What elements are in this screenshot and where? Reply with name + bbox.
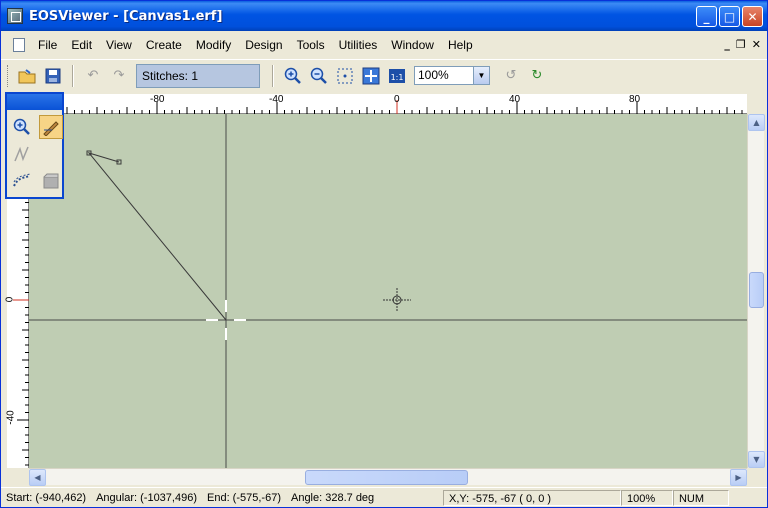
ruler-h-label: -80 — [150, 94, 165, 105]
open-file-icon[interactable] — [16, 65, 38, 87]
menu-design[interactable]: Design — [238, 38, 289, 52]
zoom-in-icon[interactable] — [282, 65, 304, 87]
menu-modify[interactable]: Modify — [189, 38, 238, 52]
status-end: End: (-575,-67) — [207, 491, 281, 504]
zoom-to-selection-icon[interactable] — [334, 65, 356, 87]
status-num-lock: NUM — [672, 489, 729, 506]
scroll-up-icon[interactable]: ▲ — [748, 114, 765, 131]
menu-help[interactable]: Help — [441, 38, 480, 52]
origin-crosshair-icon — [383, 288, 411, 312]
window-title: EOSViewer - [Canvas1.erf] — [29, 8, 223, 24]
main-toolbar: ↶ ↷ Stitches: 1 1:1 100% ▼ ↺ ↻ — [1, 59, 767, 91]
horizontal-scroll-thumb[interactable] — [305, 470, 468, 485]
menu-utilities[interactable]: Utilities — [332, 38, 385, 52]
stitch-path — [87, 152, 227, 321]
design-canvas[interactable] — [29, 114, 747, 468]
menu-file[interactable]: File — [31, 38, 64, 52]
horizontal-ruler: -80 -40 0 40 80 — [29, 94, 747, 114]
toolbar-separator — [272, 64, 274, 87]
satin-tool-icon[interactable] — [10, 169, 34, 193]
status-start: Start: (-940,462) — [6, 491, 87, 504]
menu-create[interactable]: Create — [139, 38, 189, 52]
status-bar: Start: (-940,462) Angular: (-1037,496) E… — [1, 487, 767, 507]
save-icon[interactable] — [42, 65, 64, 87]
rotate-left-icon[interactable]: ↺ — [500, 65, 522, 87]
status-angle: Angle: 328.7 deg — [290, 491, 375, 504]
ruler-h-label: -40 — [269, 94, 284, 105]
status-coordinates: X,Y: -575, -67 ( 0, 0 ) — [442, 489, 621, 506]
redo-icon[interactable]: ↷ — [108, 65, 130, 87]
app-icon[interactable] — [7, 8, 23, 24]
stitch-tool-icon[interactable] — [10, 142, 34, 166]
minimize-button[interactable]: _ — [696, 6, 717, 27]
mdi-close-icon[interactable]: ✕ — [752, 38, 761, 51]
undo-icon[interactable]: ↶ — [82, 65, 104, 87]
close-button[interactable]: ✕ — [742, 6, 763, 27]
zoom-level-value: 100% — [418, 68, 449, 82]
stitches-count-field: Stitches: 1 — [136, 63, 260, 88]
menu-view[interactable]: View — [99, 38, 139, 52]
menu-window[interactable]: Window — [384, 38, 441, 52]
horizontal-scrollbar[interactable]: ◀ ▶ — [29, 468, 747, 486]
edit-tool-icon[interactable] — [39, 115, 63, 139]
ruler-h-label: 0 — [394, 94, 400, 105]
ruler-v-label: -40 — [5, 410, 17, 425]
status-zoom: 100% — [620, 489, 673, 506]
scroll-left-icon[interactable]: ◀ — [29, 469, 46, 486]
scroll-down-icon[interactable]: ▼ — [748, 451, 765, 468]
svg-text:1:1: 1:1 — [391, 73, 404, 82]
maximize-button[interactable]: □ — [719, 6, 740, 27]
vertical-scrollbar[interactable]: ▲ ▼ — [747, 114, 765, 468]
actual-size-icon[interactable]: 1:1 — [386, 65, 408, 87]
vertical-scroll-thumb[interactable] — [749, 272, 764, 308]
rotate-right-icon[interactable]: ↻ — [526, 65, 548, 87]
status-angular: Angular: (-1037,496) — [96, 491, 197, 504]
mdi-minimize-icon[interactable]: _ — [724, 38, 730, 51]
fit-to-window-icon[interactable] — [360, 65, 382, 87]
menu-tools[interactable]: Tools — [290, 38, 332, 52]
document-icon[interactable] — [13, 38, 25, 52]
menu-edit[interactable]: Edit — [64, 38, 99, 52]
mdi-restore-icon[interactable]: ❐ — [736, 38, 746, 51]
tool-palette[interactable] — [5, 92, 64, 199]
palette-title-bar[interactable] — [7, 94, 62, 110]
menu-bar: File Edit View Create Modify Design Tool… — [1, 32, 767, 58]
zoom-out-icon[interactable] — [308, 65, 330, 87]
fill-tool-icon[interactable] — [39, 169, 63, 193]
scrollbar-corner — [747, 468, 764, 485]
ruler-h-label: 40 — [509, 94, 521, 105]
title-bar[interactable]: EOSViewer - [Canvas1.erf] _ □ ✕ — [1, 1, 767, 31]
zoom-level-select[interactable]: 100% ▼ — [414, 66, 490, 85]
zoom-tool-icon[interactable] — [10, 115, 34, 139]
toolbar-separator — [72, 64, 74, 87]
toolbar-grip[interactable] — [7, 64, 10, 87]
app-window: EOSViewer - [Canvas1.erf] _ □ ✕ File Edi… — [0, 0, 768, 508]
chevron-down-icon[interactable]: ▼ — [473, 67, 489, 84]
ruler-h-label: 80 — [629, 94, 641, 105]
empty-slot — [39, 142, 63, 166]
scroll-right-icon[interactable]: ▶ — [730, 469, 747, 486]
ruler-v-label: 0 — [4, 296, 16, 303]
